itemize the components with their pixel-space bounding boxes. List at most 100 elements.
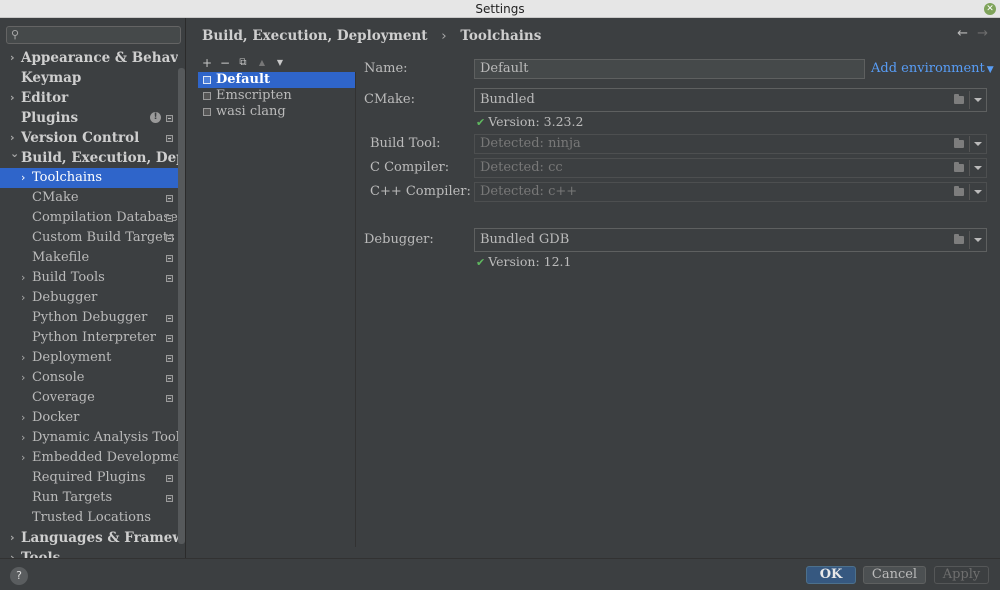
folder-icon[interactable] — [954, 162, 964, 172]
sidebar-item-custom-build-targets[interactable]: Custom Build Targets — [0, 228, 178, 248]
sidebar-scrollbar[interactable] — [178, 68, 185, 544]
apply-button[interactable]: Apply — [934, 566, 989, 584]
sidebar-item-run-targets[interactable]: Run Targets — [0, 488, 178, 508]
sidebar-item-python-interpreter[interactable]: Python Interpreter — [0, 328, 178, 348]
chevron-right-icon[interactable]: › — [10, 528, 20, 548]
arrow-right-icon[interactable]: → — [977, 26, 988, 41]
sidebar-item-editor[interactable]: › Editor — [0, 88, 178, 108]
sidebar-item-makefile[interactable]: Makefile — [0, 248, 178, 268]
dropdown-arrow-icon[interactable] — [974, 238, 982, 242]
chevron-right-icon[interactable]: › — [21, 168, 31, 188]
sidebar-item-docker[interactable]: › Docker — [0, 408, 178, 428]
sidebar-item-label: Embedded Development — [32, 450, 178, 465]
sidebar-item-label: Build, Execution, Deployment — [21, 150, 178, 166]
project-settings-icon — [166, 215, 173, 222]
folder-icon[interactable] — [954, 94, 964, 104]
dropdown-arrow-icon[interactable] — [974, 142, 982, 146]
chevron-right-icon[interactable]: › — [10, 88, 20, 108]
sidebar-item-languages-frameworks[interactable]: ›Languages & Frameworks — [0, 528, 178, 548]
sidebar-item-toolchains[interactable]: › Toolchains — [0, 168, 178, 188]
cpp-compiler-combo[interactable]: Detected: c++ — [474, 182, 987, 202]
folder-icon[interactable] — [954, 186, 964, 196]
settings-search-input[interactable]: ⚲ — [6, 26, 181, 44]
toolchain-item-default[interactable]: Default — [198, 72, 355, 88]
chevron-right-icon[interactable]: › — [21, 268, 31, 288]
close-icon[interactable]: ✕ — [984, 3, 996, 15]
chevron-right-icon[interactable]: › — [10, 128, 20, 148]
sidebar-item-label: Trusted Locations — [32, 510, 152, 525]
settings-header: Build, Execution, Deployment › Toolchain… — [186, 18, 1000, 54]
chevron-right-icon[interactable]: › — [10, 548, 20, 558]
add-environment-link[interactable]: Add environment ▼ — [871, 61, 994, 76]
remove-toolchain-button[interactable]: − — [218, 55, 232, 71]
sidebar-item-label: Version Control — [21, 130, 140, 146]
cpp-compiler-value: Detected: c++ — [480, 184, 578, 199]
sidebar-item-build-execution-deployment[interactable]: ⌄Build, Execution, Deployment — [0, 148, 178, 168]
ok-button[interactable]: OK — [806, 566, 856, 584]
toolchain-item-label: Default — [216, 72, 270, 87]
chevron-right-icon[interactable]: › — [21, 288, 31, 308]
window-titlebar: Settings ✕ — [0, 0, 1000, 18]
chevron-right-icon[interactable]: › — [21, 408, 31, 428]
cancel-button[interactable]: Cancel — [863, 566, 926, 584]
chevron-right-icon[interactable]: › — [21, 368, 31, 388]
sidebar-item-appearance-behavior[interactable]: ›Appearance & Behavior — [0, 48, 178, 68]
name-input[interactable]: Default — [474, 59, 865, 79]
help-button[interactable]: ? — [10, 567, 28, 585]
toolchain-item-wasi-clang[interactable]: wasi clang — [198, 104, 355, 120]
sidebar-item-label: Console — [32, 370, 85, 385]
breadcrumb-parent[interactable]: Build, Execution, Deployment — [202, 28, 428, 44]
chevron-right-icon[interactable]: › — [21, 428, 31, 448]
sidebar-item-plugins[interactable]: Plugins! — [0, 108, 178, 128]
move-down-button[interactable]: ▼ — [273, 55, 287, 71]
combo-divider — [969, 160, 970, 176]
sidebar-item-dynamic-analysis-tools[interactable]: › Dynamic Analysis Tools — [0, 428, 178, 448]
dropdown-arrow-icon[interactable] — [974, 190, 982, 194]
project-settings-icon — [166, 495, 173, 502]
dropdown-arrow-icon[interactable] — [974, 98, 982, 102]
add-toolchain-button[interactable]: + — [200, 55, 214, 71]
settings-sidebar: ⚲ ›Appearance & BehaviorKeymap›EditorPlu… — [0, 18, 186, 558]
dropdown-arrow-icon[interactable] — [974, 166, 982, 170]
sidebar-item-debugger[interactable]: › Debugger — [0, 288, 178, 308]
chevron-right-icon[interactable]: › — [21, 348, 31, 368]
chevron-down-icon[interactable]: ⌄ — [10, 148, 20, 164]
chevron-right-icon[interactable]: › — [10, 48, 20, 68]
debugger-combo[interactable]: Bundled GDB — [474, 228, 987, 252]
sidebar-item-label: CMake — [32, 190, 79, 205]
sidebar-item-console[interactable]: › Console — [0, 368, 178, 388]
sidebar-item-coverage[interactable]: Coverage — [0, 388, 178, 408]
chevron-right-icon[interactable]: › — [21, 448, 31, 468]
sidebar-item-compilation-database[interactable]: Compilation Database — [0, 208, 178, 228]
combo-divider — [969, 91, 970, 109]
project-settings-icon — [166, 475, 173, 482]
folder-icon[interactable] — [954, 234, 964, 244]
sidebar-item-keymap[interactable]: Keymap — [0, 68, 178, 88]
debugger-label: Debugger: — [364, 232, 434, 247]
sidebar-item-version-control[interactable]: › Version Control — [0, 128, 178, 148]
toolchain-icon — [203, 76, 211, 84]
arrow-left-icon[interactable]: ← — [957, 26, 968, 41]
sidebar-item-trusted-locations[interactable]: Trusted Locations — [0, 508, 178, 528]
folder-icon[interactable] — [954, 138, 964, 148]
debugger-version-text: Version: 12.1 — [488, 254, 572, 269]
toolchain-icon — [203, 108, 211, 116]
sidebar-item-tools[interactable]: › Tools — [0, 548, 178, 558]
cmake-combo[interactable]: Bundled — [474, 88, 987, 112]
project-settings-icon — [166, 275, 173, 282]
project-settings-icon — [166, 315, 173, 322]
sidebar-item-cmake[interactable]: CMake — [0, 188, 178, 208]
sidebar-item-build-tools[interactable]: › Build Tools — [0, 268, 178, 288]
sidebar-item-label: Required Plugins — [32, 470, 146, 485]
sidebar-item-deployment[interactable]: › Deployment — [0, 348, 178, 368]
c-compiler-combo[interactable]: Detected: cc — [474, 158, 987, 178]
sidebar-item-python-debugger[interactable]: Python Debugger — [0, 308, 178, 328]
chevron-down-icon: ▼ — [986, 65, 994, 75]
copy-toolchain-button[interactable]: ⧉ — [236, 55, 250, 71]
move-up-button[interactable]: ▲ — [255, 55, 269, 71]
combo-divider — [969, 136, 970, 152]
sidebar-item-required-plugins[interactable]: Required Plugins — [0, 468, 178, 488]
sidebar-item-embedded-development[interactable]: › Embedded Development — [0, 448, 178, 468]
toolchain-item-emscripten[interactable]: Emscripten — [198, 88, 355, 104]
build-tool-combo[interactable]: Detected: ninja — [474, 134, 987, 154]
